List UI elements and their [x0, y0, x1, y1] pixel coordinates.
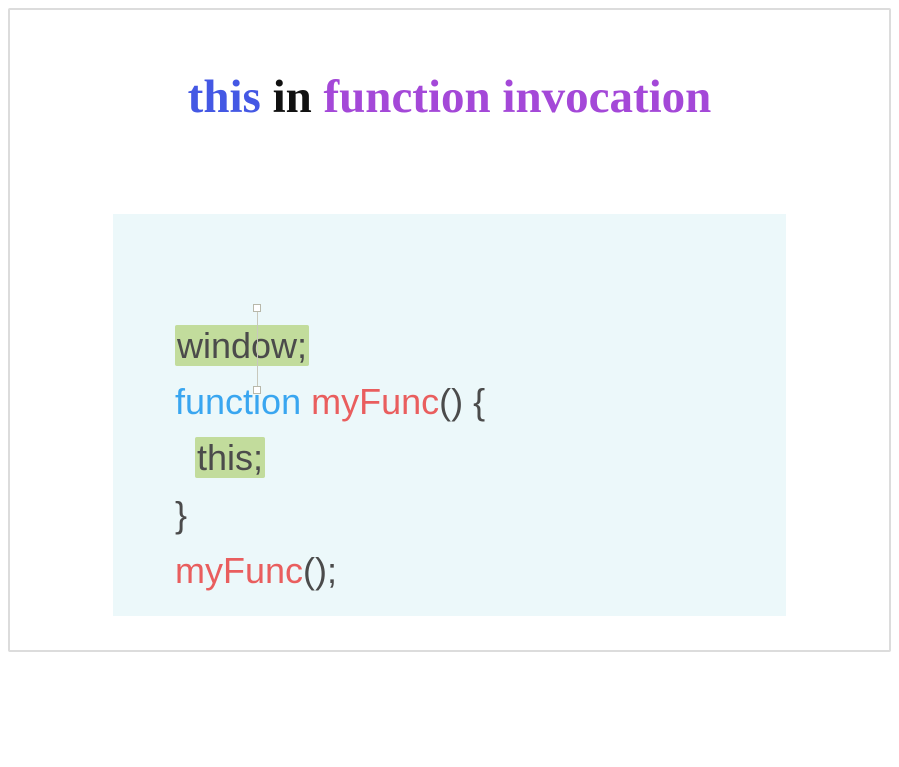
connector-handle-top	[253, 304, 261, 312]
slide-frame: this in function invocation window; funct…	[8, 8, 891, 652]
code-line-4: }	[175, 487, 756, 543]
code-line-3: this;	[175, 430, 756, 486]
title-word-fn: function invocation	[324, 71, 712, 123]
highlight-this: this;	[195, 437, 265, 478]
code-text: ();	[303, 550, 337, 591]
code-space	[301, 381, 311, 422]
title-word-in: in	[273, 71, 312, 123]
code-panel: window;function myFunc() { this;}myFunc(…	[113, 214, 786, 616]
slide-title: this in function invocation	[10, 72, 889, 124]
code-block: window;function myFunc() { this;}myFunc(…	[175, 262, 756, 767]
code-line-5: myFunc();	[175, 543, 756, 599]
highlight-window: window;	[175, 325, 309, 366]
code-indent	[175, 437, 195, 478]
code-line-1: window;	[175, 318, 756, 374]
code-text: () {	[439, 381, 485, 422]
title-word-this: this	[188, 71, 261, 123]
code-line-2: function myFunc() {	[175, 374, 756, 430]
identifier-myfunc: myFunc	[311, 381, 439, 422]
identifier-myfunc-call: myFunc	[175, 550, 303, 591]
keyword-function: function	[175, 381, 301, 422]
